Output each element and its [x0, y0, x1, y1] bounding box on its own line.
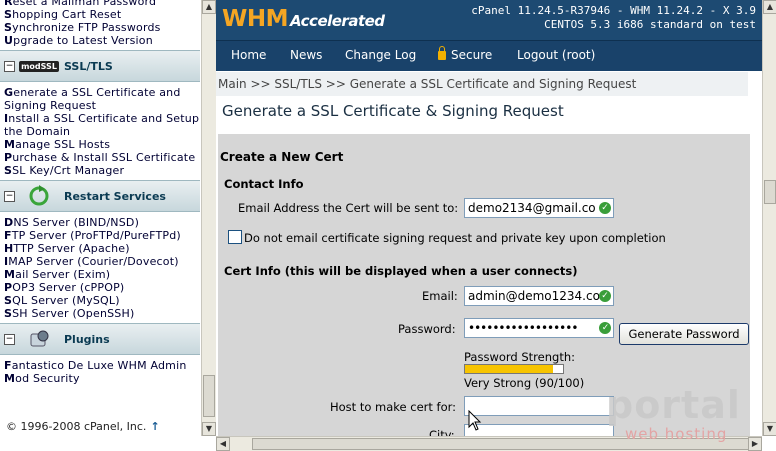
nav-upgrade-latest-version[interactable]: Upgrade to Latest Version	[0, 34, 200, 47]
nav-sql-server[interactable]: SQL Server (MySQL)	[0, 294, 200, 307]
cert-info-heading: Cert Info (this will be displayed when a…	[224, 264, 578, 278]
mod-ssl-icon: modSSL	[19, 56, 59, 76]
host-input[interactable]	[464, 396, 614, 416]
version-line-2: CENTOS 5.3 i686 standard on test	[544, 18, 756, 31]
no-email-checkbox[interactable]	[228, 230, 242, 244]
host-label: Host to make cert for:	[330, 400, 457, 414]
scroll-up-arrow-icon[interactable]: ▲	[763, 0, 776, 14]
menu-secure[interactable]: Secure	[438, 46, 493, 62]
valid-check-icon: ✓	[599, 322, 611, 334]
contact-info-heading: Contact Info	[224, 177, 304, 191]
email-to-input[interactable]: demo2134@gmail.co ✓	[464, 198, 614, 218]
email-label: Email:	[422, 289, 458, 303]
email-to-value: demo2134@gmail.co	[468, 201, 596, 215]
nav-ssh-server[interactable]: SSH Server (OpenSSH)	[0, 307, 200, 320]
portal-watermark-logo: portal	[606, 383, 741, 427]
left-frame-scrollbar[interactable]: ▲ ▼	[201, 0, 216, 436]
breadcrumb: Main >> SSL/TLS >> Generate a SSL Certif…	[216, 72, 748, 96]
scroll-left-arrow-icon[interactable]: ◀	[216, 437, 230, 451]
section-title: Restart Services	[64, 189, 166, 203]
scroll-down-arrow-icon[interactable]: ▼	[763, 422, 776, 436]
nav-pop3-server[interactable]: POP3 Server (cPPOP)	[0, 281, 200, 294]
nav-ssl-key-crt-manager[interactable]: SSL Key/Crt Manager	[0, 164, 200, 177]
collapse-toggle-icon[interactable]: −	[4, 60, 15, 72]
version-info: cPanel 11.24.5-R37946 - WHM 11.24.2 - X …	[471, 4, 756, 32]
copyright-text: © 1996-2008 cPanel, Inc. ↑	[6, 420, 160, 433]
portal-watermark-subtitle: web hosting	[625, 425, 728, 443]
section-title: SSL/TLS	[64, 59, 113, 73]
nav-fantastico[interactable]: Fantastico De Luxe WHM Admin	[0, 359, 200, 372]
email-to-label: Email Address the Cert will be sent to:	[238, 201, 459, 215]
logo-brand: WHM	[222, 6, 289, 32]
email-input[interactable]: admin@demo1234.co ✓	[464, 286, 614, 306]
scroll-up-arrow-icon[interactable]: ▲	[202, 0, 216, 14]
restart-icon	[20, 185, 58, 206]
nav-synchronize-ftp-passwords[interactable]: Synchronize FTP Passwords	[0, 21, 200, 34]
password-strength-fill	[465, 365, 554, 373]
page-title: Generate a SSL Certificate & Signing Req…	[222, 102, 564, 120]
whm-logo[interactable]: WHM Accelerated	[222, 6, 385, 32]
menu-change-log[interactable]: Change Log	[345, 48, 416, 62]
top-menu: Home News Change Log Secure Logout (root…	[216, 40, 762, 71]
main-frame-scrollbar[interactable]: ▲ ▼	[762, 0, 776, 436]
scroll-top-arrow-icon[interactable]: ↑	[150, 420, 159, 433]
section-header-restart-services[interactable]: − Restart Services	[0, 180, 200, 212]
mouse-cursor-icon	[468, 410, 482, 431]
section-header-ssl-tls[interactable]: − modSSL SSL/TLS	[0, 50, 200, 82]
nav-mail-server[interactable]: Mail Server (Exim)	[0, 268, 200, 281]
valid-check-icon: ✓	[599, 202, 611, 214]
menu-logout[interactable]: Logout (root)	[517, 48, 595, 62]
lock-icon	[438, 46, 446, 60]
section-title: Plugins	[64, 332, 110, 346]
nav-imap-server[interactable]: IMAP Server (Courier/Dovecot)	[0, 255, 200, 268]
nav-mod-security[interactable]: Mod Security	[0, 372, 200, 385]
scrollbar-thumb[interactable]	[203, 375, 215, 417]
nav-purchase-install-ssl[interactable]: Purchase & Install SSL Certificate	[0, 151, 200, 164]
collapse-toggle-icon[interactable]: −	[4, 190, 15, 202]
mod-ssl-icon-text: modSSL	[19, 60, 59, 72]
password-strength-text: Very Strong (90/100)	[464, 376, 585, 390]
city-label: City:	[429, 428, 455, 436]
city-input[interactable]	[464, 424, 614, 436]
nav-ftp-server[interactable]: FTP Server (ProFTPd/PureFTPd)	[0, 229, 200, 242]
password-strength-bar	[464, 364, 564, 374]
left-navigation-frame: Reset a Mailman Password Shopping Cart R…	[0, 0, 200, 450]
nav-install-ssl-certificate[interactable]: Install a SSL Certificate and Setup the …	[0, 112, 200, 138]
email-value: admin@demo1234.co	[468, 289, 600, 303]
scroll-down-arrow-icon[interactable]: ▼	[202, 422, 216, 436]
scrollbar-thumb[interactable]	[764, 180, 776, 204]
password-strength-label: Password Strength:	[464, 350, 575, 364]
nav-reset-mailman-password[interactable]: Reset a Mailman Password	[0, 0, 200, 8]
nav-http-server[interactable]: HTTP Server (Apache)	[0, 242, 200, 255]
form-heading: Create a New Cert	[220, 150, 344, 164]
nav-generate-ssl-csr[interactable]: Generate a SSL Certificate and Signing R…	[0, 86, 200, 112]
copyright-label: © 1996-2008 cPanel, Inc.	[6, 420, 147, 433]
password-input[interactable]: •••••••••••••••••• ✓	[464, 318, 614, 338]
plugins-icon	[20, 329, 58, 349]
password-label: Password:	[398, 322, 456, 336]
nav-dns-server[interactable]: DNS Server (BIND/NSD)	[0, 216, 200, 229]
whm-header: WHM Accelerated cPanel 11.24.5-R37946 - W…	[216, 0, 762, 40]
generate-password-button[interactable]: Generate Password	[619, 323, 749, 345]
valid-check-icon: ✓	[599, 290, 611, 302]
password-value: ••••••••••••••••••	[468, 321, 578, 335]
logo-suffix: Accelerated	[290, 12, 385, 30]
menu-home[interactable]: Home	[231, 48, 266, 62]
menu-news[interactable]: News	[290, 48, 322, 62]
version-line-1: cPanel 11.24.5-R37946 - WHM 11.24.2 - X …	[471, 4, 756, 17]
section-header-plugins[interactable]: − Plugins	[0, 323, 200, 355]
collapse-toggle-icon[interactable]: −	[4, 333, 15, 345]
nav-manage-ssl-hosts[interactable]: Manage SSL Hosts	[0, 138, 200, 151]
no-email-label: Do not email certificate signing request…	[244, 231, 666, 245]
main-content-frame: WHM Accelerated cPanel 11.24.5-R37946 - W…	[216, 0, 762, 436]
left-nav-list: Reset a Mailman Password Shopping Cart R…	[0, 0, 200, 385]
scroll-right-arrow-icon[interactable]: ▶	[748, 437, 762, 451]
menu-secure-label: Secure	[451, 48, 493, 62]
nav-shopping-cart-reset[interactable]: Shopping Cart Reset	[0, 8, 200, 21]
